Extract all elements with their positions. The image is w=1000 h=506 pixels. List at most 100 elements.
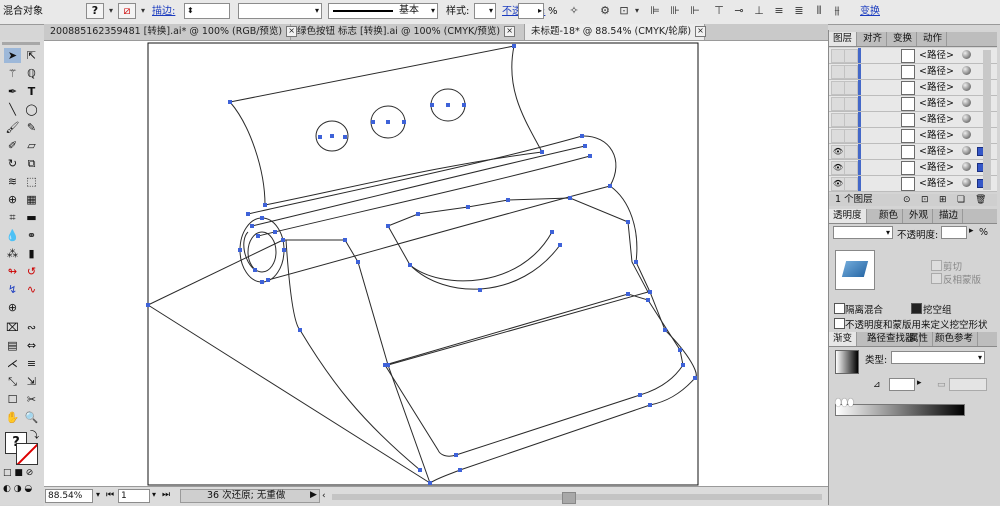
eye-icon[interactable]: 👁 [831,161,845,175]
visibility-toggle[interactable] [831,49,845,63]
anchor-point[interactable] [634,260,638,264]
new-layer-icon[interactable]: ❏ [957,194,965,206]
visibility-toggle[interactable] [831,97,845,111]
swap-icon[interactable]: ⤵ [30,428,39,441]
align-tool-icon[interactable]: ≡ [23,356,40,371]
eraser-tool-icon[interactable]: ▱ [23,138,40,153]
anchor-point[interactable] [250,224,254,228]
clip-checkbox[interactable] [931,260,942,271]
measure-tool-icon[interactable]: ⤡ [4,374,21,389]
align-top-icon[interactable]: ⊤ [712,4,726,18]
anchor-point[interactable] [466,205,470,209]
anchor-point[interactable] [260,216,264,220]
anchor-point[interactable] [580,134,584,138]
settings-icon[interactable]: ⚙ [598,4,612,18]
distribute-right-icon[interactable]: ⫵ [830,4,844,18]
path-tool-icon[interactable]: ↯ [4,282,21,297]
angle-input[interactable] [889,378,915,391]
anchor-point[interactable] [383,363,387,367]
first-artboard-icon[interactable]: ⏮ [106,490,114,500]
anchor-point[interactable] [648,403,652,407]
stroke-weight-field[interactable]: ⬍ [184,3,230,19]
brush-definition-select[interactable]: 基本 ▾ [328,3,438,19]
document-tab[interactable]: 绿色按钮 标志 [转换].ai @ 100% (CMYK/预览) × [291,24,525,40]
align-to-icon[interactable]: ⊡ [617,4,631,18]
anchor-point[interactable] [583,144,587,148]
anchor-point[interactable] [343,238,347,242]
distribute-top-icon[interactable]: ≡ [772,4,786,18]
layer-row[interactable]: <路径> [829,112,997,128]
blob-brush-tool-icon[interactable]: ✐ [4,138,21,153]
free-transform-tool-icon[interactable]: ⬚ [23,174,40,189]
chevron-down-icon[interactable]: ▾ [136,4,150,18]
anchor-point[interactable] [454,453,458,457]
invert-mask-checkbox[interactable] [931,273,942,284]
align-left-icon[interactable]: ⊫ [648,4,662,18]
isolate-blending-checkbox[interactable] [834,303,845,314]
layer-row[interactable]: 👁 <路径> [829,176,997,192]
zoom-field[interactable]: 88.54% [45,489,93,503]
symbol-sprayer-tool-icon[interactable]: ⁂ [4,246,21,261]
fill-swatch[interactable]: ? [86,3,104,19]
new-sublayer-icon[interactable]: ⊞ [939,194,947,206]
anchor-point[interactable] [273,230,277,234]
align-right-icon[interactable]: ⊩ [688,4,702,18]
anchor-point[interactable] [343,135,347,139]
anchor-point[interactable] [238,248,242,252]
column-graph-tool-icon[interactable]: ▮ [23,246,40,261]
anchor-point[interactable] [386,120,390,124]
locate-object-icon[interactable]: ⊙ [903,194,911,206]
layer-row[interactable]: <路径> [829,48,997,64]
eyedropper-tool-icon[interactable]: 💧 [4,228,21,243]
scissors-tool-icon[interactable]: ✂ [23,392,40,407]
anchor-point[interactable] [608,184,612,188]
anchor-point[interactable] [626,292,630,296]
lock-toggle[interactable] [844,113,858,127]
stroke-swatch-large[interactable] [16,443,38,465]
target-circle-icon[interactable] [962,146,971,155]
spinner-icon[interactable]: ⬍ [187,4,194,18]
scale-tool-icon[interactable]: ⧉ [23,156,40,171]
target-circle-icon[interactable] [962,50,971,59]
mesh-tool-icon[interactable]: ⌗ [4,210,21,225]
anchor-point[interactable] [540,150,544,154]
anchor-point[interactable] [253,268,257,272]
visibility-toggle[interactable] [831,129,845,143]
chevron-right-icon[interactable]: ▸ [969,226,974,236]
anchor-point[interactable] [418,468,422,472]
anchor-point[interactable] [678,348,682,352]
close-icon[interactable]: × [695,26,707,37]
trash-icon[interactable]: 🗑 [975,194,986,206]
horizontal-scrollbar[interactable] [332,492,822,504]
line-tool-icon[interactable]: ╲ [4,102,21,117]
lock-toggle[interactable] [844,97,858,111]
chevron-right-icon[interactable]: ▸ [917,378,922,388]
document-tab[interactable]: 200885162359481 [转换].ai* @ 100% (RGB/预览)… [44,24,298,40]
live-paint-tool-icon[interactable]: ⇲ [23,374,40,389]
shape-builder-tool-icon[interactable]: ⊕ [4,192,21,207]
artboard-tool-icon[interactable]: ⌧ [4,320,21,335]
outline-artwork[interactable] [44,41,828,486]
chevron-down-icon[interactable]: ▾ [152,490,156,499]
tab-transparency[interactable]: 透明度 [829,209,867,223]
variable-width-profile-select[interactable]: ▾ [238,3,322,19]
tab-attributes[interactable]: 属性 [905,332,934,346]
scroll-left-icon[interactable]: ‹ [322,491,326,501]
eye-icon[interactable]: 👁 [831,145,845,159]
anchor-point[interactable] [626,220,630,224]
gradient-swatch[interactable] [835,350,859,374]
magic-wand-tool-icon[interactable]: ⚚ [4,66,21,81]
tab-stroke[interactable]: 描边 [935,209,964,223]
color-mode-icons[interactable]: □ ■ ⊘ [3,468,33,478]
anchor-point[interactable] [506,198,510,202]
layer-row[interactable]: <路径> [829,128,997,144]
layer-row[interactable]: 👁 <路径> [829,144,997,160]
anchor-point[interactable] [246,212,250,216]
aspect-ratio-input[interactable] [949,378,987,391]
rotate-tool-icon[interactable]: ↻ [4,156,21,171]
anchor-point[interactable] [281,238,285,242]
eye-icon[interactable]: 👁 [831,177,845,191]
anchor-point[interactable] [330,134,334,138]
stroke-panel-link[interactable]: 描边: [152,5,175,19]
anchor-add-tool-icon[interactable]: ↬ [4,264,21,279]
